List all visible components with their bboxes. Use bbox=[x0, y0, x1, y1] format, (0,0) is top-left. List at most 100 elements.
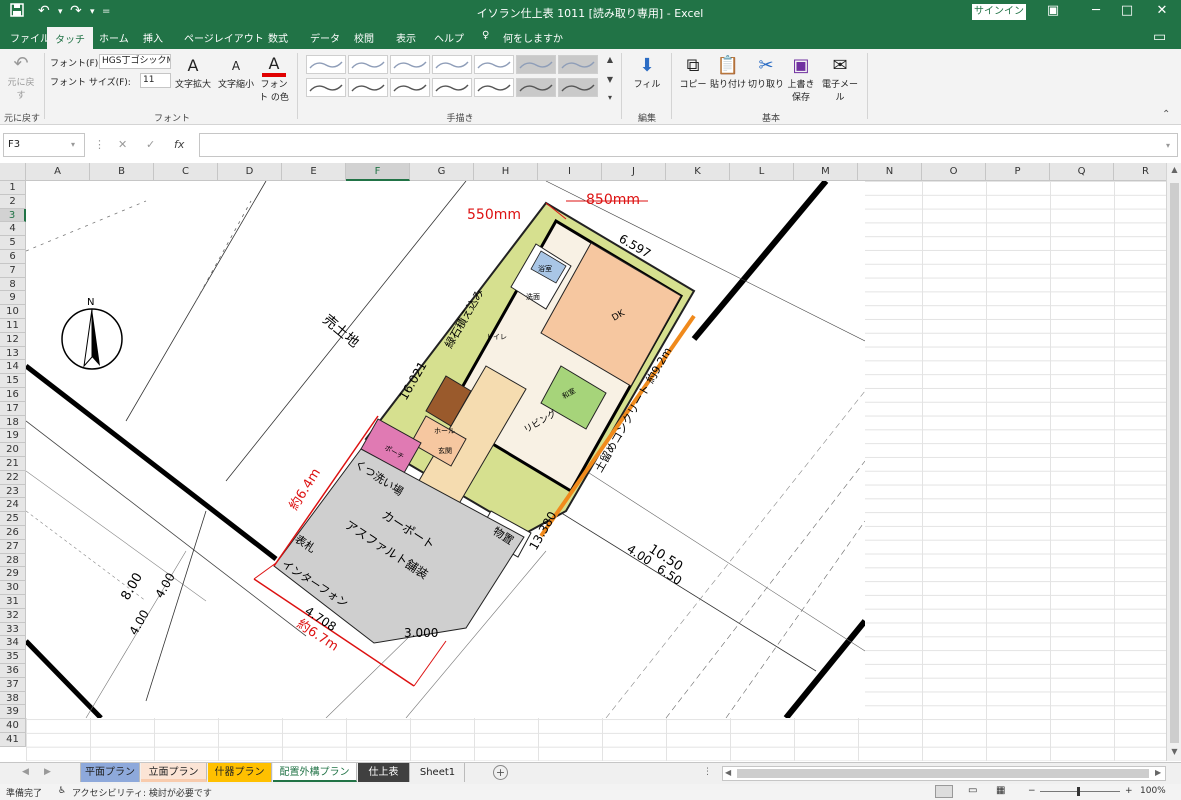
pen-style-swatch[interactable] bbox=[558, 78, 598, 97]
chevron-down-icon[interactable]: ▾ bbox=[90, 7, 95, 17]
select-all-corner[interactable] bbox=[0, 163, 26, 181]
sheet-tab-finish-table[interactable]: 仕上表 bbox=[358, 763, 410, 782]
pen-style-swatch[interactable] bbox=[474, 55, 514, 74]
row-header-12[interactable]: 12 bbox=[0, 332, 26, 347]
horizontal-scrollbar[interactable]: ◀ ▶ bbox=[722, 766, 1166, 781]
column-header-M[interactable]: M bbox=[794, 163, 858, 181]
tab-formulas[interactable]: 数式 bbox=[268, 30, 288, 45]
ribbon-display-options-icon[interactable]: ▣ bbox=[1038, 3, 1068, 18]
column-header-B[interactable]: B bbox=[90, 163, 154, 181]
row-header-28[interactable]: 28 bbox=[0, 553, 26, 568]
row-header-9[interactable]: 9 bbox=[0, 291, 26, 306]
column-header-A[interactable]: A bbox=[26, 163, 90, 181]
vertical-scrollbar[interactable]: ▲ ▼ bbox=[1166, 163, 1181, 761]
undo-icon[interactable]: ↶ bbox=[38, 3, 50, 19]
row-header-18[interactable]: 18 bbox=[0, 415, 26, 430]
tab-insert[interactable]: 挿入 bbox=[143, 30, 163, 45]
zoom-out-icon[interactable]: − bbox=[1028, 786, 1036, 796]
sheet-tab-elevation-plan[interactable]: 立面プラン bbox=[141, 763, 207, 782]
row-header-1[interactable]: 1 bbox=[0, 181, 26, 195]
chevron-down-icon[interactable]: ▾ bbox=[58, 7, 63, 17]
row-header-19[interactable]: 19 bbox=[0, 429, 26, 444]
row-header-3[interactable]: 3 bbox=[0, 208, 26, 223]
column-header-G[interactable]: G bbox=[410, 163, 474, 181]
column-header-O[interactable]: O bbox=[922, 163, 986, 181]
cut-button[interactable]: ✂ 切り取り bbox=[748, 55, 784, 90]
scroll-right-icon[interactable]: ▶ bbox=[1155, 768, 1161, 777]
font-color-button[interactable]: A フォント の色 bbox=[257, 55, 291, 104]
insert-function-icon[interactable]: fx bbox=[174, 138, 184, 151]
close-button[interactable]: ✕ bbox=[1147, 3, 1177, 18]
expand-formula-bar-icon[interactable]: ▾ bbox=[1166, 141, 1170, 150]
row-header-31[interactable]: 31 bbox=[0, 595, 26, 609]
minimize-button[interactable]: ─ bbox=[1081, 3, 1111, 18]
site-plan-image[interactable]: N 売土地 550mm 850mm 約6.4m 約6.7m 6.597 16.0… bbox=[26, 181, 865, 718]
row-header-27[interactable]: 27 bbox=[0, 539, 26, 554]
row-header-13[interactable]: 13 bbox=[0, 346, 26, 361]
row-header-5[interactable]: 5 bbox=[0, 236, 26, 250]
column-header-E[interactable]: E bbox=[282, 163, 346, 181]
scroll-left-icon[interactable]: ◀ bbox=[725, 768, 731, 777]
row-header-36[interactable]: 36 bbox=[0, 664, 26, 678]
column-header-Q[interactable]: Q bbox=[1050, 163, 1114, 181]
tab-view[interactable]: 表示 bbox=[396, 30, 416, 45]
gallery-more-icon[interactable]: ▾ bbox=[604, 93, 616, 102]
column-header-N[interactable]: N bbox=[858, 163, 922, 181]
fill-button[interactable]: ⬇ フィル bbox=[628, 55, 666, 90]
row-header-39[interactable]: 39 bbox=[0, 705, 26, 720]
row-header-32[interactable]: 32 bbox=[0, 608, 26, 623]
pen-style-swatch[interactable] bbox=[558, 55, 598, 74]
row-header-25[interactable]: 25 bbox=[0, 512, 26, 526]
font-size-combo[interactable]: 11 bbox=[140, 73, 171, 88]
comments-icon[interactable]: ▭ bbox=[1153, 29, 1166, 45]
collapse-ribbon-icon[interactable]: ⌃ bbox=[1162, 109, 1170, 120]
row-header-22[interactable]: 22 bbox=[0, 470, 26, 485]
pen-style-swatch[interactable] bbox=[306, 55, 346, 74]
copy-button[interactable]: ⧉ コピー bbox=[678, 55, 708, 90]
normal-view-icon[interactable] bbox=[935, 785, 953, 798]
pen-style-swatch[interactable] bbox=[390, 55, 430, 74]
row-header-29[interactable]: 29 bbox=[0, 567, 26, 582]
row-header-10[interactable]: 10 bbox=[0, 305, 26, 319]
cancel-icon[interactable]: ✕ bbox=[118, 138, 127, 151]
vertical-scroll-thumb[interactable] bbox=[1170, 183, 1179, 743]
pen-style-swatch[interactable] bbox=[516, 78, 556, 97]
column-header-I[interactable]: I bbox=[538, 163, 602, 181]
column-header-C[interactable]: C bbox=[154, 163, 218, 181]
formula-input[interactable] bbox=[199, 133, 1178, 157]
pen-style-swatch[interactable] bbox=[474, 78, 514, 97]
tab-review[interactable]: 校閲 bbox=[354, 30, 374, 45]
zoom-slider-track[interactable] bbox=[1040, 791, 1120, 792]
row-header-11[interactable]: 11 bbox=[0, 319, 26, 333]
column-header-K[interactable]: K bbox=[666, 163, 730, 181]
tab-data[interactable]: データ bbox=[310, 30, 340, 45]
tab-home[interactable]: ホーム bbox=[99, 30, 129, 45]
zoom-level[interactable]: 100% bbox=[1140, 786, 1166, 796]
redo-icon[interactable]: ↷ bbox=[70, 3, 82, 19]
pen-style-swatch[interactable] bbox=[516, 55, 556, 74]
gallery-down-icon[interactable]: ▼ bbox=[604, 75, 616, 84]
pen-style-swatch[interactable] bbox=[432, 55, 472, 74]
save-icon[interactable] bbox=[10, 3, 24, 21]
next-sheet-icon[interactable]: ▶ bbox=[44, 767, 51, 777]
pen-style-swatch[interactable] bbox=[306, 78, 346, 97]
customize-quick-access-icon[interactable]: = bbox=[102, 6, 110, 17]
scroll-down-icon[interactable]: ▼ bbox=[1167, 747, 1181, 756]
sheet-tab-layout-exterior-plan[interactable]: 配置外構プラン bbox=[273, 763, 357, 782]
row-header-24[interactable]: 24 bbox=[0, 498, 26, 513]
pen-style-swatch[interactable] bbox=[390, 78, 430, 97]
row-header-14[interactable]: 14 bbox=[0, 360, 26, 375]
row-header-15[interactable]: 15 bbox=[0, 374, 26, 388]
undo-button[interactable]: ↶ 元に戻 す bbox=[4, 53, 38, 101]
tell-me-search[interactable]: 何をしますか bbox=[503, 30, 563, 45]
save-overwrite-button[interactable]: ▣ 上書き 保存 bbox=[786, 55, 816, 103]
row-header-41[interactable]: 41 bbox=[0, 733, 26, 747]
row-header-16[interactable]: 16 bbox=[0, 388, 26, 402]
email-button[interactable]: ✉ 電子メール bbox=[818, 55, 862, 103]
zoom-in-icon[interactable]: + bbox=[1125, 786, 1133, 796]
row-header-34[interactable]: 34 bbox=[0, 636, 26, 651]
page-layout-view-icon[interactable]: ▭ bbox=[968, 785, 977, 796]
row-header-20[interactable]: 20 bbox=[0, 443, 26, 457]
row-header-7[interactable]: 7 bbox=[0, 263, 26, 278]
gallery-up-icon[interactable]: ▲ bbox=[604, 55, 616, 64]
